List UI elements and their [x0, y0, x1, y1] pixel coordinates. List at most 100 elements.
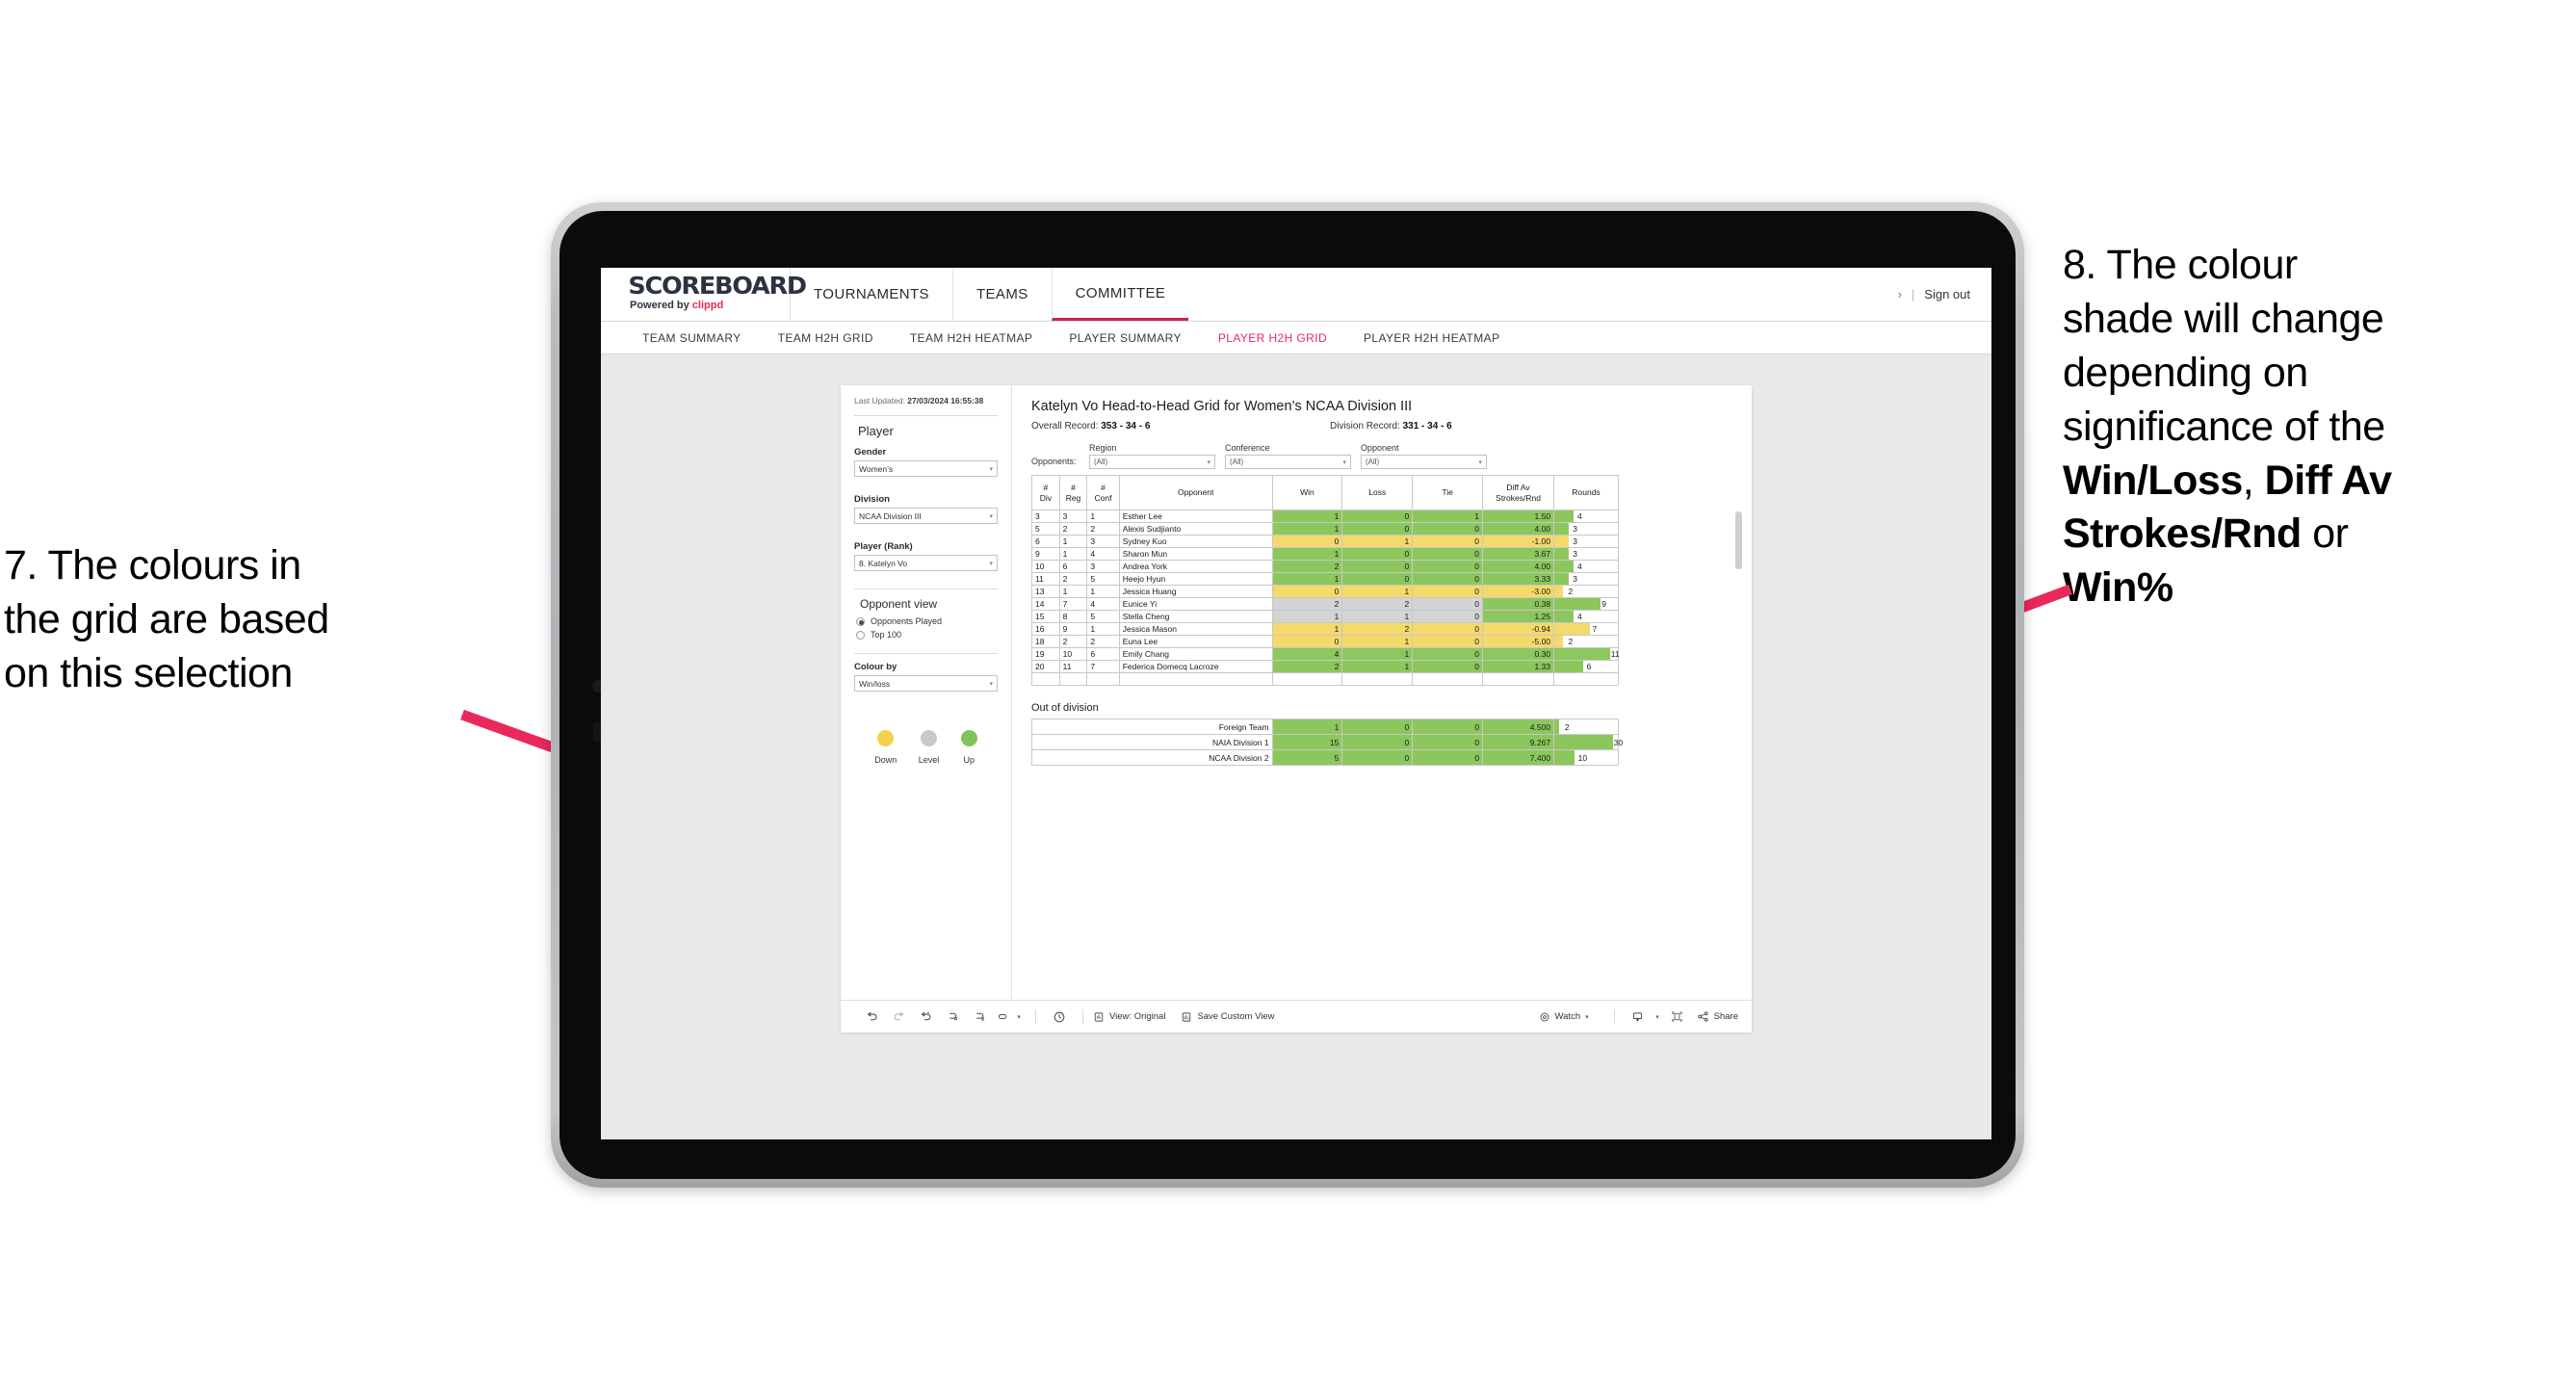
table-row[interactable]: 6 1 3 Sydney Kuo 0 1 0 -1.00 3: [1031, 535, 1619, 548]
annotation-left-line-2: the grid are based: [4, 595, 329, 642]
cell-conf: 5: [1086, 610, 1120, 623]
cell-reg: 2: [1058, 635, 1088, 648]
cell-opponent: Sydney Kuo: [1118, 535, 1273, 548]
filter-conference: Conference (All) ▾: [1225, 443, 1351, 469]
cell-win: 2: [1271, 660, 1343, 673]
cell-div: 15: [1031, 610, 1060, 623]
rounds-bar: [1554, 510, 1574, 522]
colour-by-select[interactable]: Win/loss ▾: [854, 675, 998, 693]
cell-opponent: Stella Cheng: [1118, 610, 1273, 623]
annotation-left-line-1: 7. The colours in: [4, 542, 301, 588]
sign-out-link[interactable]: Sign out: [1924, 287, 1970, 301]
tablet-device: SCOREBOARD Powered by clippd TOURNAMENTS…: [551, 202, 2024, 1188]
view-icon: [1094, 1011, 1104, 1022]
dashboard-body: Last Updated: 27/03/2024 16:55:38 Player…: [841, 385, 1752, 1000]
scoreboard-logo[interactable]: SCOREBOARD Powered by clippd: [601, 268, 807, 321]
table-row[interactable]: 11 2 5 Heejo Hyun 1 0 0 3.33 3: [1031, 572, 1619, 586]
grid-scrollbar[interactable]: [1735, 511, 1742, 569]
col-win: Win: [1271, 475, 1343, 510]
radio-opponents-played[interactable]: Opponents Played: [856, 616, 998, 626]
download-caret-icon[interactable]: ▾: [1652, 1013, 1664, 1021]
gender-select[interactable]: Women’s ▾: [854, 460, 998, 478]
cell-reg: 10: [1058, 647, 1088, 661]
rounds-value: 3: [1573, 524, 1577, 534]
chevron-right-icon[interactable]: ›: [1898, 287, 1902, 301]
fullscreen-icon[interactable]: [1664, 1010, 1691, 1023]
cell-loss: 2: [1341, 622, 1414, 636]
cell-loss: 0: [1341, 734, 1414, 750]
legend-item-level: Level: [919, 730, 939, 765]
tab-team-h2h-heatmap[interactable]: TEAM H2H HEATMAP: [892, 331, 1052, 345]
annotation-left-line-3: on this selection: [4, 649, 293, 696]
cell-opponent: Eunice Yi: [1118, 597, 1273, 611]
nav-item-committee[interactable]: COMMITTEE: [1051, 268, 1189, 321]
tab-team-h2h-grid[interactable]: TEAM H2H GRID: [760, 331, 892, 345]
page-title: Katelyn Vo Head-to-Head Grid for Women’s…: [1031, 399, 1413, 414]
cell-win: 1: [1271, 622, 1343, 636]
table-row[interactable]: 10 6 3 Andrea York 2 0 0 4.00 4: [1031, 560, 1619, 573]
table-row[interactable]: 14 7 4 Eunice Yi 2 2 0 0.38 9: [1031, 597, 1619, 611]
revert-icon[interactable]: [912, 1010, 939, 1023]
annotation-right-line-1: 8. The colour: [2063, 242, 2298, 288]
radio-icon-selected: [856, 616, 865, 626]
rounds-bar: [1554, 611, 1574, 622]
table-row[interactable]: 20 11 7 Federica Domecq Lacroze 2 1 0 1.33 6: [1031, 660, 1619, 673]
nav-item-teams[interactable]: TEAMS: [951, 268, 1052, 321]
cell-win: 1: [1271, 719, 1343, 735]
table-row[interactable]: 15 8 5 Stella Cheng 1 1 0 1.25 4: [1031, 610, 1619, 623]
filter-conference-select[interactable]: (All) ▾: [1225, 455, 1351, 469]
table-row[interactable]: 13 1 1 Jessica Huang 0 1 0 -3.00 2: [1031, 585, 1619, 598]
alerts-icon[interactable]: [1046, 1010, 1073, 1024]
toolbar-divider-2: [1082, 1009, 1083, 1024]
watch-button[interactable]: Watch ▾: [1539, 1011, 1589, 1023]
undo-icon[interactable]: [858, 1010, 885, 1023]
cell-loss: 1: [1341, 585, 1414, 598]
table-row[interactable]: 19 10 6 Emily Chang 4 1 0 0.30 11: [1031, 647, 1620, 661]
rounds-value: 3: [1573, 574, 1577, 584]
table-row[interactable]: 5 2 2 Alexis Sudjianto 1 0 0 4.00 3: [1031, 522, 1619, 536]
cell-conf: 7: [1086, 660, 1120, 673]
redo-icon[interactable]: [885, 1010, 912, 1023]
highlight-icon[interactable]: [993, 1010, 1012, 1023]
tab-player-h2h-grid[interactable]: PLAYER H2H GRID: [1200, 331, 1345, 345]
table-row[interactable]: NCAA Division 2 5 0 0 7.400 10: [1031, 749, 1619, 766]
table-row[interactable]: Foreign Team 1 0 0 4.500 2: [1031, 719, 1619, 735]
refresh-icon[interactable]: [939, 1010, 966, 1023]
table-row[interactable]: NAIA Division 1 15 0 0 9.267 30: [1031, 734, 1623, 750]
rounds-value: 7: [1592, 624, 1598, 634]
toolbar-right-group: Watch ▾ ▾ Share: [1539, 1009, 1752, 1024]
table-row[interactable]: 18 2 2 Euna Lee 0 1 0 -5.00 2: [1031, 635, 1619, 648]
table-row[interactable]: 16 9 1 Jessica Mason 1 2 0 -0.94 7: [1031, 622, 1619, 636]
highlight-caret-icon[interactable]: ▾: [1012, 1013, 1026, 1021]
pause-icon[interactable]: [966, 1010, 993, 1023]
view-original-button[interactable]: View: Original: [1093, 1011, 1165, 1023]
division-record-value: 331 - 34 - 6: [1402, 421, 1452, 431]
tab-team-summary[interactable]: TEAM SUMMARY: [624, 331, 760, 345]
rounds-bar: [1554, 719, 1560, 734]
tab-player-h2h-heatmap[interactable]: PLAYER H2H HEATMAP: [1345, 331, 1518, 345]
player-section-heading: Player: [858, 424, 894, 439]
tablet-screen: SCOREBOARD Powered by clippd TOURNAMENTS…: [559, 211, 2016, 1179]
tab-player-summary[interactable]: PLAYER SUMMARY: [1051, 331, 1200, 345]
filter-opponent-select[interactable]: (All) ▾: [1361, 455, 1487, 469]
table-row[interactable]: 9 1 4 Sharon Mun 1 0 0 3.67 3: [1031, 547, 1619, 561]
player-rank-select[interactable]: 8. Katelyn Vo ▾: [854, 555, 998, 572]
radio-top-100[interactable]: Top 100: [856, 630, 998, 640]
legend-dot-up: [960, 730, 977, 747]
share-button[interactable]: Share: [1697, 1010, 1738, 1023]
filter-region-select[interactable]: (All) ▾: [1089, 455, 1215, 469]
save-custom-view-button[interactable]: Save Custom View: [1181, 1011, 1275, 1023]
cell-loss: 1: [1341, 635, 1414, 648]
cell-conf: 2: [1086, 522, 1120, 536]
nav-item-tournaments[interactable]: TOURNAMENTS: [790, 268, 952, 321]
out-of-division-table: Foreign Team 1 0 0 4.500 2 NAIA Division 1 15 0 0…: [1031, 719, 1623, 766]
download-icon[interactable]: [1625, 1010, 1652, 1023]
division-select[interactable]: NCAA Division III ▾: [854, 508, 998, 525]
opponents-label: Opponents:: [1031, 457, 1077, 466]
table-row[interactable]: 3 3 1 Esther Lee 1 0 1 1.50 4: [1031, 510, 1619, 523]
cell-rounds: 3: [1553, 535, 1619, 548]
rounds-value: 6: [1586, 662, 1592, 671]
cell-tie: 0: [1412, 572, 1484, 586]
primary-nav: TOURNAMENTS TEAMS COMMITTEE: [790, 268, 1189, 321]
cell-conf: 4: [1086, 547, 1120, 561]
